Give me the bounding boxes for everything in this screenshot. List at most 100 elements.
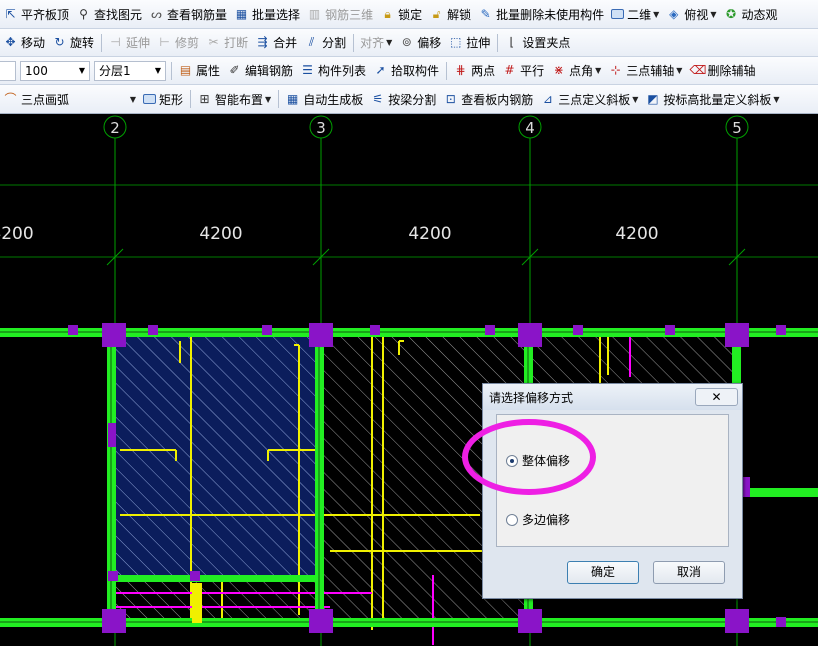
lock-icon: 🔒︎ [384, 6, 391, 21]
two-point-icon: ⋕ [455, 63, 466, 77]
align-dropdown[interactable]: 对齐 ▼ [357, 32, 396, 54]
auto-slab-icon: ▦ [287, 91, 299, 106]
top-view-icon: ◈ [669, 6, 679, 21]
delete-axis-button[interactable]: ⌫ 删除辅轴 [686, 60, 759, 82]
2d-view-icon [611, 9, 625, 19]
properties-icon: ▤ [179, 63, 192, 77]
dialog-title: 请选择偏移方式 [489, 391, 574, 405]
view-slab-rebar-icon: ⊡ [445, 91, 456, 106]
top-view-dropdown[interactable]: ◈ 俯视 ▼ [663, 3, 720, 25]
close-button[interactable]: ✕ [695, 388, 738, 406]
offset-button[interactable]: ⊚ 偏移 [396, 32, 445, 54]
rebar-3d-icon: ▥ [308, 6, 321, 21]
binoculars-icon: ⚲ [79, 6, 88, 21]
smart-layout-icon: ⊞ [199, 91, 210, 106]
axis-label-5: 5 [732, 119, 742, 137]
toolbar-separator [353, 33, 355, 52]
toolbar-separator [497, 33, 499, 52]
dialog-titlebar[interactable]: 请选择偏移方式 ✕ [483, 384, 742, 410]
three-point-arc-dropdown[interactable]: ⌒ 三点画弧 ▼ [0, 88, 140, 110]
properties-button[interactable]: ▤ 属性 [175, 60, 224, 82]
align-slab-icon: ⇱ [5, 6, 16, 21]
break-icon: ✂ [208, 35, 219, 49]
dynamic-view-button[interactable]: ✪ 动态观 [720, 3, 781, 25]
elevation-slope-dropdown[interactable]: ◩ 按标高批量定义斜板 ▼ [642, 88, 783, 110]
element-type-combo[interactable]: ▼ [0, 60, 16, 81]
split-button[interactable]: ⫽ 分割 [301, 32, 350, 54]
close-icon: ✕ [711, 390, 722, 404]
toolbar-separator [101, 33, 103, 52]
view-2d-dropdown[interactable]: 二维 ▼ [608, 3, 663, 25]
axis-label-4: 4 [525, 119, 535, 137]
split-by-beam-button[interactable]: ⚟ 按梁分割 [367, 88, 440, 110]
batch-select-icon: ▦ [235, 6, 248, 21]
view-slab-rebar-button[interactable]: ⊡ 查看板内钢筋 [440, 88, 537, 110]
edit-rebar-button[interactable]: ✐ 编辑钢筋 [224, 60, 297, 82]
trim-button[interactable]: ⊢ 修剪 [154, 32, 203, 54]
radio-whole-offset[interactable] [506, 454, 518, 467]
rectangle-icon [143, 94, 156, 104]
align-slab-top-button[interactable]: ⇱ 平齐板顶 [0, 3, 73, 25]
dimension-label: 4200 [199, 224, 242, 244]
offset-icon: ⊚ [401, 35, 412, 49]
elevation-slope-icon: ◩ [647, 91, 659, 106]
toolbar-draw: ⌒ 三点画弧 ▼ 矩形 ⊞ 智能布置 ▼ ▦ 自动生成板 ⚟ 按梁分割 ⊡ 查看板内钢筋 ⊿ 三… [0, 85, 818, 114]
point-angle-dropdown[interactable]: ⋇ 点角 ▼ [548, 60, 605, 82]
chevron-down-icon: ▼ [129, 94, 136, 104]
unlock-icon: 🔓︎ [432, 6, 441, 21]
grip-point-icon: ⌊ [509, 35, 515, 49]
radio-multi-edge-offset[interactable] [506, 513, 518, 526]
toolbar-separator [278, 90, 280, 108]
extend-button[interactable]: ⊣ 延伸 [105, 32, 154, 54]
stretch-button[interactable]: ⬚ 拉伸 [445, 32, 494, 54]
view-rebar-quantity-button[interactable]: ᔕ 查看钢筋量 [146, 3, 231, 25]
rebar-marker [192, 583, 202, 623]
thickness-combo[interactable]: 100 ▼ [20, 60, 90, 81]
find-element-button[interactable]: ⚲ 查找图元 [73, 3, 146, 25]
split-icon: ⫽ [308, 35, 315, 49]
pick-component-button[interactable]: ➚ 拾取构件 [370, 60, 443, 82]
move-button[interactable]: ✥ 移动 [0, 32, 49, 54]
merge-icon: ⇶ [257, 35, 268, 49]
ok-button[interactable]: 确定 [567, 561, 639, 584]
arc-icon: ⌒ [4, 91, 17, 106]
layer-combo[interactable]: 分层1 ▼ [94, 60, 166, 81]
smart-layout-dropdown[interactable]: ⊞ 智能布置 ▼ [194, 88, 275, 110]
chevron-down-icon: ▼ [632, 94, 639, 104]
chevron-down-icon: ▼ [154, 66, 161, 75]
three-point-slope-dropdown[interactable]: ⊿ 三点定义斜板 ▼ [537, 88, 642, 110]
chevron-down-icon: ▼ [595, 66, 602, 75]
toolbar-main: ⇱ 平齐板顶 ⚲ 查找图元 ᔕ 查看钢筋量 ▦ 批量选择 ▥ 钢筋三维 🔒︎ 锁定 🔓︎ 解锁… [0, 0, 818, 29]
batch-select-button[interactable]: ▦ 批量选择 [231, 3, 304, 25]
chevron-down-icon: ▼ [386, 38, 393, 47]
toolbar-component: ▼ 100▼ 分层1▼ ▤属性 ✐编辑钢筋 ☰构件列表 ➚拾取构件 ⋕两点 #平… [0, 57, 818, 85]
batch-delete-icon: ✎ [480, 6, 491, 21]
auto-generate-slab-button[interactable]: ▦ 自动生成板 [282, 88, 367, 110]
option-multi-edge-offset[interactable]: 多边偏移 [506, 511, 570, 528]
split-by-beam-icon: ⚟ [372, 91, 384, 106]
three-point-slope-icon: ⊿ [542, 91, 553, 106]
two-point-axis-button[interactable]: ⋕ 两点 [450, 60, 499, 82]
toolbar-modify: ✥ 移动 ↻ 旋转 ⊣ 延伸 ⊢ 修剪 ✂ 打断 ⇶ 合并 ⫽ 分割 对齐 ▼ ⊚ 偏移 ⬚ 拉伸 … [0, 29, 818, 57]
three-point-axis-dropdown[interactable]: ⊹ 三点辅轴 ▼ [605, 60, 686, 82]
delete-axis-icon: ⌫ [689, 63, 707, 77]
toolbar-separator [190, 90, 192, 108]
axis-label-3: 3 [316, 119, 326, 137]
component-list-button[interactable]: ☰ 构件列表 [297, 60, 370, 82]
rebar-3d-button[interactable]: ▥ 钢筋三维 [304, 3, 377, 25]
break-button[interactable]: ✂ 打断 [203, 32, 252, 54]
lock-button[interactable]: 🔒︎ 锁定 [377, 3, 426, 25]
trim-icon: ⊢ [159, 35, 170, 49]
option-whole-offset[interactable]: 整体偏移 [506, 452, 570, 469]
chevron-down-icon: ▼ [78, 66, 85, 75]
merge-button[interactable]: ⇶ 合并 [252, 32, 301, 54]
batch-delete-unused-button[interactable]: ✎ 批量删除未使用构件 [475, 3, 608, 25]
cancel-button[interactable]: 取消 [653, 561, 725, 584]
unlock-button[interactable]: 🔓︎ 解锁 [426, 3, 475, 25]
parallel-axis-button[interactable]: # 平行 [499, 60, 548, 82]
edit-rebar-icon: ✐ [229, 63, 240, 77]
chevron-down-icon: ▼ [653, 9, 660, 19]
rotate-button[interactable]: ↻ 旋转 [49, 32, 98, 54]
set-grip-point-button[interactable]: ⌊ 设置夹点 [501, 32, 574, 54]
rectangle-button[interactable]: 矩形 [140, 88, 187, 110]
